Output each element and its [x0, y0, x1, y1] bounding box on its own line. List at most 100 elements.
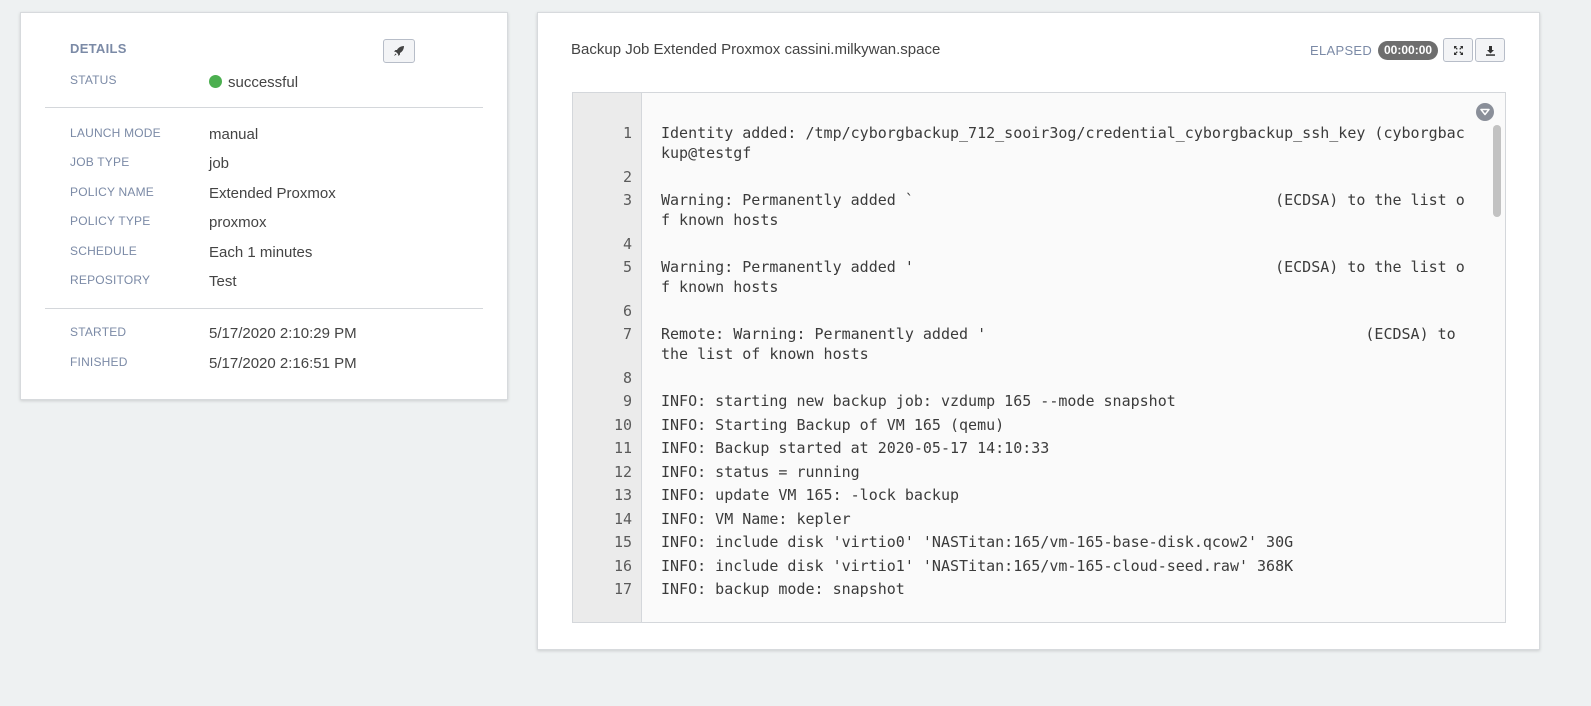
line-text	[642, 368, 1468, 388]
log-output[interactable]: 1 Identity added: /tmp/cyborgbackup_712_…	[572, 92, 1506, 623]
finished-value: 5/17/2020 2:16:51 PM	[209, 355, 357, 372]
policy-name-value: Extended Proxmox	[209, 185, 336, 202]
download-icon	[1485, 45, 1495, 56]
rocket-icon	[394, 46, 404, 56]
line-text: INFO: Starting Backup of VM 165 (qemu)	[661, 415, 1005, 434]
line-number: 10	[613, 415, 632, 434]
line-text: Warning: Permanently added ' (ECDSA) to …	[661, 258, 1465, 296]
elapsed-label: ELAPSED	[1310, 43, 1373, 58]
line-number: 6	[622, 301, 632, 320]
collapse-all-button[interactable]	[1476, 103, 1494, 121]
line-number: 5	[622, 258, 632, 276]
log-lines: 1 Identity added: /tmp/cyborgbackup_712_…	[573, 123, 1505, 599]
finished-label: FINISHED	[70, 355, 128, 369]
line-number: 7	[622, 325, 632, 343]
job-type-value: job	[209, 155, 230, 172]
log-line: 7 Remote: Warning: Permanently added ' (…	[573, 324, 1505, 364]
line-number: 15	[613, 533, 632, 551]
line-text: INFO: status = running	[661, 462, 860, 481]
log-line: 3 Warning: Permanently added ` (ECDSA) t…	[573, 190, 1505, 230]
line-text: INFO: Backup started at 2020-05-17 14:10…	[661, 439, 1050, 457]
status-value: successful	[209, 74, 298, 91]
divider	[45, 107, 483, 108]
job-type-row: JOB TYPE job	[70, 155, 490, 177]
scrollbar-thumb[interactable]	[1493, 125, 1501, 217]
job-output-title: Backup Job Extended Proxmox cassini.milk…	[571, 41, 941, 58]
line-number: 9	[622, 392, 632, 410]
collapse-icon	[1480, 108, 1490, 116]
log-line: 12 INFO: status = running	[573, 462, 1505, 482]
schedule-value: Each 1 minutes	[209, 244, 313, 261]
details-title: DETAILS	[70, 41, 127, 56]
relaunch-button[interactable]	[383, 39, 415, 63]
log-line: 15 INFO: include disk 'virtio0' 'NASTita…	[573, 532, 1505, 552]
schedule-row: SCHEDULE Each 1 minutes	[70, 244, 490, 266]
line-text: INFO: starting new backup job: vzdump 16…	[661, 392, 1176, 410]
line-number: 8	[622, 368, 632, 387]
line-number: 12	[613, 462, 632, 481]
policy-type-value: proxmox	[209, 214, 267, 231]
repository-label: REPOSITORY	[70, 273, 151, 287]
elapsed-badge: 00:00:00	[1378, 41, 1439, 60]
line-text: INFO: include disk 'virtio1' 'NASTitan:1…	[661, 556, 1294, 575]
line-text: Identity added: /tmp/cyborgbackup_712_so…	[661, 124, 1465, 162]
status-label: STATUS	[70, 73, 117, 87]
schedule-label: SCHEDULE	[70, 244, 137, 258]
log-line: 5 Warning: Permanently added ' (ECDSA) t…	[573, 257, 1505, 297]
launch-mode-row: LAUNCH MODE manual	[70, 126, 490, 148]
expand-icon	[1453, 45, 1463, 55]
policy-name-label: POLICY NAME	[70, 185, 155, 199]
line-text: INFO: VM Name: kepler	[661, 509, 851, 528]
line-text: Remote: Warning: Permanently added ' (EC…	[661, 325, 1465, 363]
line-number: 2	[622, 167, 632, 186]
log-line: 16 INFO: include disk 'virtio1' 'NASTita…	[573, 556, 1505, 576]
line-text: INFO: update VM 165: -lock backup	[661, 486, 960, 504]
line-number: 13	[613, 486, 632, 504]
launch-mode-label: LAUNCH MODE	[70, 126, 161, 140]
log-line: 8	[573, 368, 1505, 388]
policy-type-row: POLICY TYPE proxmox	[70, 214, 490, 236]
line-text	[642, 167, 1468, 187]
log-line: 11 INFO: Backup started at 2020-05-17 14…	[573, 438, 1505, 458]
line-text: Warning: Permanently added ` (ECDSA) to …	[661, 191, 1465, 229]
log-line: 9 INFO: starting new backup job: vzdump …	[573, 391, 1505, 411]
started-label: STARTED	[70, 325, 127, 339]
log-line: 6	[573, 301, 1505, 321]
divider	[45, 308, 483, 309]
line-text: INFO: include disk 'virtio0' 'NASTitan:1…	[661, 533, 1294, 551]
line-number: 1	[622, 124, 632, 142]
line-text	[642, 234, 1468, 254]
repository-row: REPOSITORY Test	[70, 273, 490, 295]
log-line: 10 INFO: Starting Backup of VM 165 (qemu…	[573, 415, 1505, 435]
finished-row: FINISHED 5/17/2020 2:16:51 PM	[70, 355, 490, 377]
details-panel: DETAILS STATUS successful LAUNCH MODE ma…	[20, 12, 508, 400]
job-type-label: JOB TYPE	[70, 155, 130, 169]
policy-type-label: POLICY TYPE	[70, 214, 151, 228]
log-line: 1 Identity added: /tmp/cyborgbackup_712_…	[573, 123, 1505, 163]
repository-value: Test	[209, 273, 237, 290]
log-line: 14 INFO: VM Name: kepler	[573, 509, 1505, 529]
download-button[interactable]	[1475, 38, 1505, 62]
fullscreen-button[interactable]	[1443, 38, 1473, 62]
line-number: 4	[622, 234, 632, 253]
line-text	[642, 301, 1468, 321]
job-output-panel: Backup Job Extended Proxmox cassini.milk…	[537, 12, 1540, 650]
log-line: 13 INFO: update VM 165: -lock backup	[573, 485, 1505, 505]
line-number: 14	[613, 509, 632, 528]
policy-name-row: POLICY NAME Extended Proxmox	[70, 185, 490, 207]
line-number: 17	[613, 580, 632, 598]
launch-mode-value: manual	[209, 126, 259, 143]
line-number: 11	[613, 439, 632, 457]
log-line: 4	[573, 234, 1505, 254]
status-row: STATUS successful	[70, 73, 490, 95]
started-value: 5/17/2020 2:10:29 PM	[209, 325, 357, 342]
line-text: INFO: backup mode: snapshot	[661, 580, 905, 598]
status-text: successful	[228, 74, 299, 91]
log-line: 2	[573, 167, 1505, 187]
log-line: 17 INFO: backup mode: snapshot	[573, 579, 1505, 599]
line-number: 3	[622, 191, 632, 209]
status-success-icon	[209, 75, 222, 88]
log-scrollbar[interactable]	[1491, 123, 1501, 602]
started-row: STARTED 5/17/2020 2:10:29 PM	[70, 325, 490, 347]
line-number: 16	[613, 556, 632, 575]
